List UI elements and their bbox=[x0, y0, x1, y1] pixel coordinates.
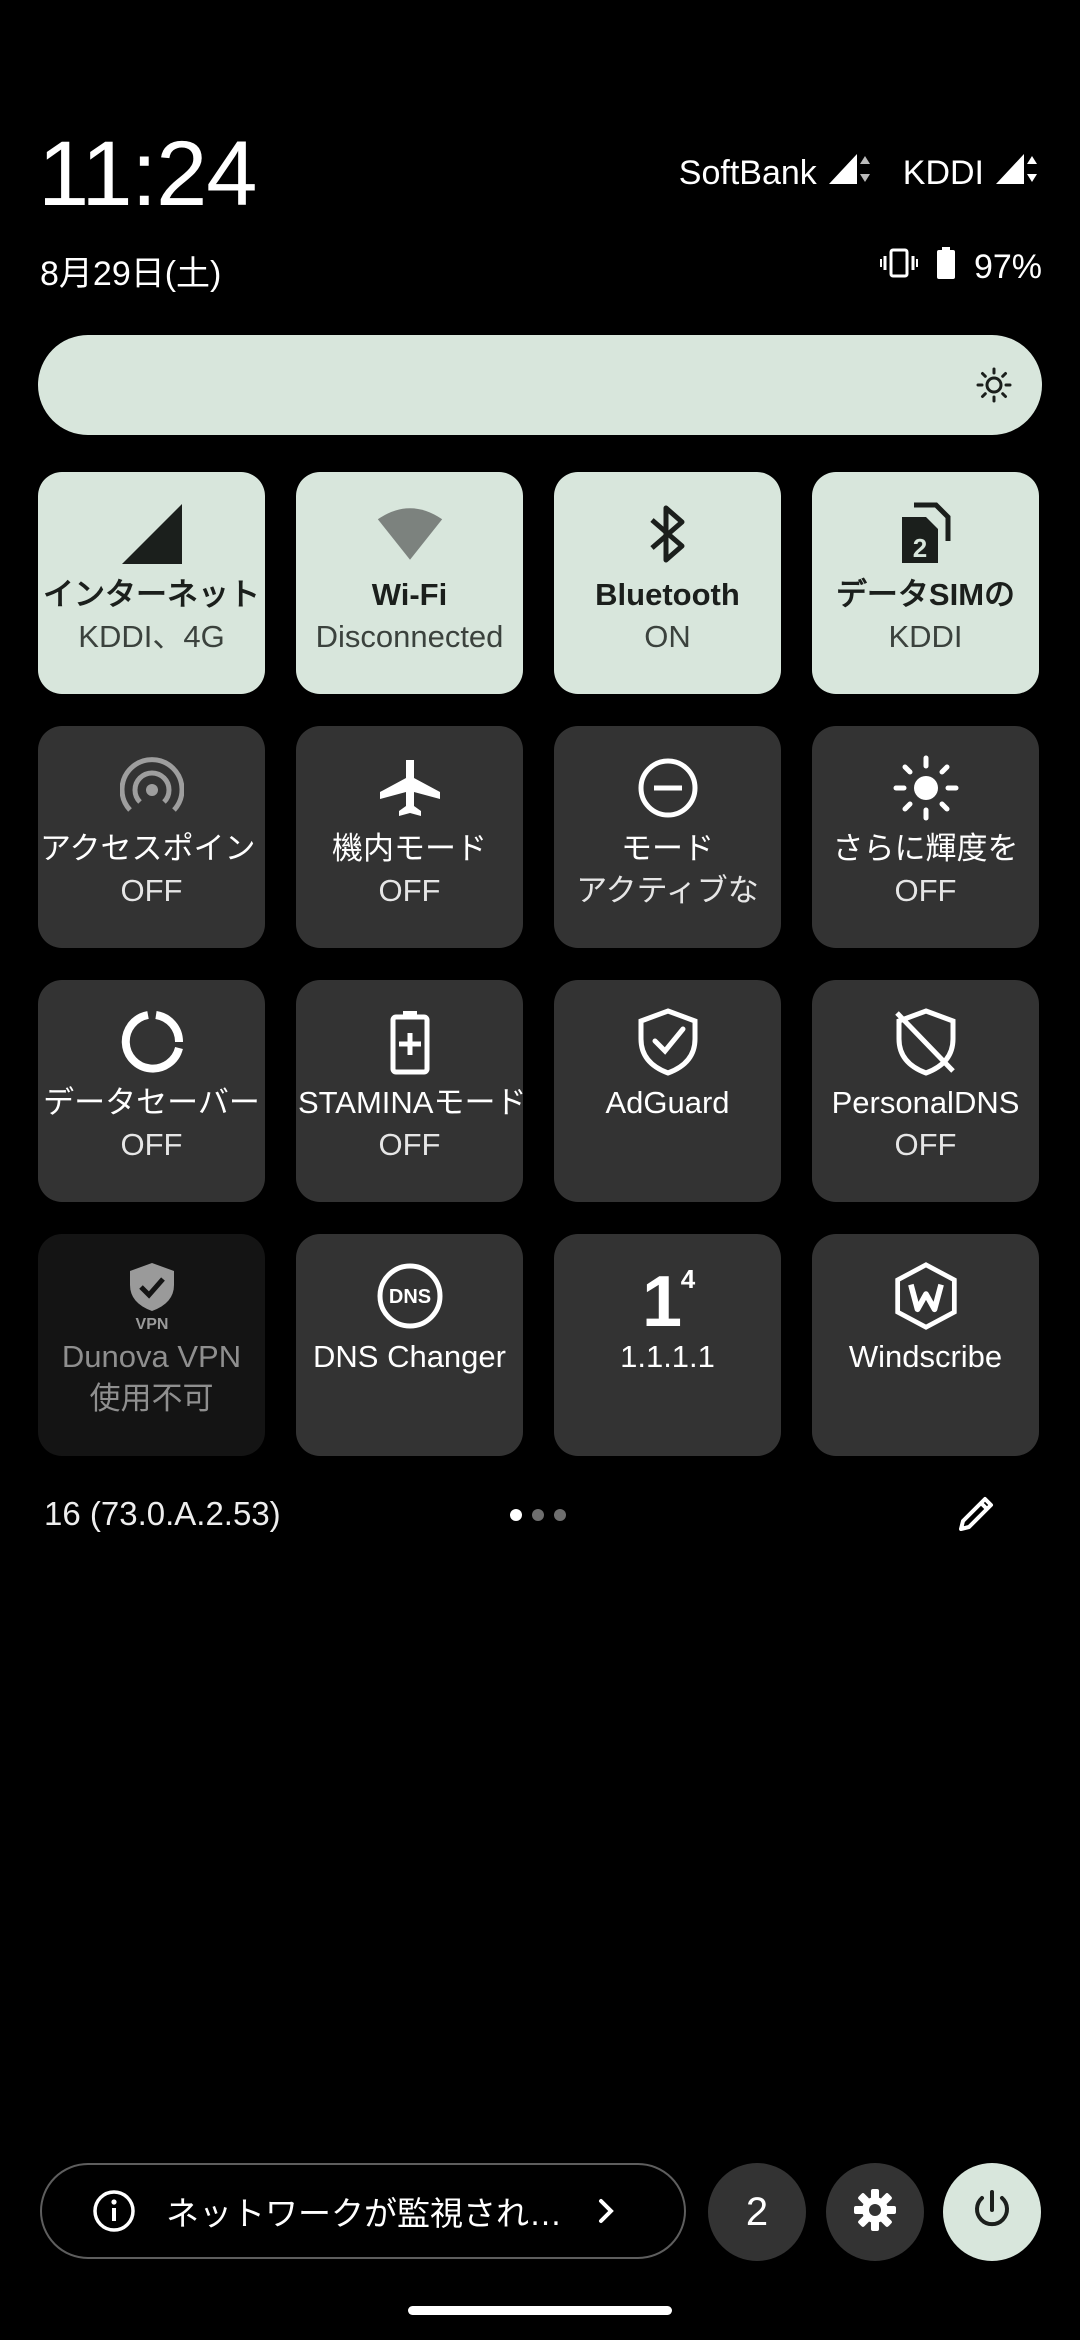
tile-internet[interactable]: インターネット KDDI、4G bbox=[38, 472, 265, 694]
tile-status: アクティブな bbox=[576, 873, 759, 908]
tile-extra-brightness[interactable]: さらに輝度を OFF bbox=[812, 726, 1039, 948]
tile-label: 機内モード bbox=[332, 831, 487, 866]
tile-label: PersonalDNS bbox=[831, 1085, 1020, 1120]
carrier-status: SoftBank KDDI bbox=[679, 152, 1042, 195]
power-button[interactable] bbox=[943, 2163, 1041, 2261]
tile-status: OFF bbox=[120, 873, 183, 908]
tile-status: OFF bbox=[894, 873, 957, 908]
do-not-disturb-icon bbox=[634, 754, 702, 822]
carrier-kddi: KDDI bbox=[903, 152, 1042, 195]
page-indicator bbox=[510, 1509, 566, 1521]
svg-text:2: 2 bbox=[912, 533, 926, 563]
bluetooth-icon bbox=[634, 500, 702, 568]
edit-pencil-icon[interactable] bbox=[955, 1493, 997, 1535]
tile-adguard[interactable]: AdGuard bbox=[554, 980, 781, 1202]
tile-status: KDDI bbox=[888, 619, 963, 654]
data-saver-icon bbox=[118, 1008, 186, 1076]
date[interactable]: 8月29日(土) bbox=[40, 246, 221, 295]
signal-icon bbox=[994, 152, 1042, 195]
tile-label: アクセスポイント bbox=[40, 831, 265, 866]
tile-hotspot[interactable]: アクセスポイント OFF bbox=[38, 726, 265, 948]
build-number[interactable]: 16 (73.0.A.2.53) bbox=[44, 1495, 281, 1533]
vibrate-icon bbox=[879, 246, 918, 289]
carrier-name: KDDI bbox=[902, 154, 984, 192]
tile-bluetooth[interactable]: Bluetooth ON bbox=[554, 472, 781, 694]
personaldns-shield-icon bbox=[892, 1008, 960, 1076]
svg-text:4: 4 bbox=[680, 1264, 695, 1294]
tile-label: Wi-Fi bbox=[371, 577, 448, 612]
info-icon bbox=[92, 2189, 136, 2233]
home-gesture-bar[interactable] bbox=[408, 2306, 672, 2315]
tile-status: OFF bbox=[378, 873, 441, 908]
tile-label: データセーバー bbox=[43, 1085, 260, 1120]
network-monitoring-notice[interactable]: ネットワークが監視され… bbox=[40, 2163, 686, 2259]
dns-icon: DNS bbox=[376, 1262, 444, 1330]
notification-count-button[interactable]: 2 bbox=[708, 2163, 806, 2261]
cell-signal-icon bbox=[118, 500, 186, 568]
tile-label: データSIMの bbox=[835, 577, 1016, 612]
carrier-softbank: SoftBank bbox=[679, 152, 875, 195]
wifi-icon bbox=[376, 500, 444, 568]
brightness-slider[interactable] bbox=[38, 335, 1042, 435]
windscribe-icon bbox=[892, 1262, 960, 1330]
svg-text:VPN: VPN bbox=[135, 1316, 168, 1331]
battery-percent: 97% bbox=[973, 248, 1042, 286]
extra-brightness-icon bbox=[892, 754, 960, 822]
tile-airplane-mode[interactable]: 機内モード OFF bbox=[296, 726, 523, 948]
page-dot bbox=[510, 1509, 522, 1521]
tile-label: モード bbox=[621, 831, 714, 866]
tile-wifi[interactable]: Wi-Fi Disconnected bbox=[296, 472, 523, 694]
chevron-right-icon bbox=[592, 2197, 620, 2225]
tile-dns-changer[interactable]: DNS DNS Changer bbox=[296, 1234, 523, 1456]
carrier-name: SoftBank bbox=[678, 154, 817, 192]
airplane-icon bbox=[376, 754, 444, 822]
one-one-one-one-icon: 1 4 bbox=[634, 1262, 702, 1332]
clock[interactable]: 11:24 bbox=[38, 128, 257, 220]
tile-status: OFF bbox=[378, 1127, 441, 1162]
tile-label: 1.1.1.1 bbox=[620, 1339, 715, 1374]
tile-status: OFF bbox=[894, 1127, 957, 1162]
tile-label: インターネット bbox=[43, 577, 260, 612]
system-status: 97% bbox=[879, 246, 1042, 289]
tile-status: 使用不可 bbox=[89, 1381, 214, 1416]
page-dot bbox=[532, 1509, 544, 1521]
quick-settings-grid: インターネット KDDI、4G Wi-Fi Disconnected Bluet… bbox=[38, 472, 1042, 1456]
battery-icon bbox=[936, 246, 956, 289]
tile-1111[interactable]: 1 4 1.1.1.1 bbox=[554, 1234, 781, 1456]
power-icon bbox=[970, 2188, 1014, 2236]
tile-do-not-disturb[interactable]: モード アクティブな bbox=[554, 726, 781, 948]
tile-label: Windscribe bbox=[848, 1339, 1003, 1374]
hotspot-icon bbox=[118, 754, 186, 822]
tile-status: OFF bbox=[120, 1127, 183, 1162]
tile-data-sim[interactable]: 2 データSIMの KDDI bbox=[812, 472, 1039, 694]
brightness-auto-icon bbox=[976, 367, 1012, 403]
vpn-shield-icon: VPN bbox=[118, 1262, 186, 1331]
tile-status: KDDI、4G bbox=[78, 619, 225, 654]
tile-label: さらに輝度を bbox=[832, 831, 1019, 866]
tile-label: Bluetooth bbox=[595, 577, 740, 612]
tile-status: Disconnected bbox=[315, 619, 504, 654]
network-notice-text: ネットワークが監視され… bbox=[166, 2195, 562, 2232]
sim-2-icon: 2 bbox=[892, 500, 960, 568]
settings-button[interactable] bbox=[826, 2163, 924, 2261]
signal-icon bbox=[827, 152, 875, 195]
tile-label: AdGuard bbox=[605, 1085, 730, 1120]
tile-stamina-mode[interactable]: STAMINAモード OFF bbox=[296, 980, 523, 1202]
stamina-battery-icon bbox=[376, 1008, 444, 1076]
svg-text:1: 1 bbox=[641, 1262, 681, 1332]
tile-dunova-vpn[interactable]: VPN Dunova VPN 使用不可 bbox=[38, 1234, 265, 1456]
tile-label: DNS Changer bbox=[313, 1339, 506, 1374]
tile-label: STAMINAモード bbox=[298, 1085, 523, 1120]
tile-data-saver[interactable]: データセーバー OFF bbox=[38, 980, 265, 1202]
tile-windscribe[interactable]: Windscribe bbox=[812, 1234, 1039, 1456]
adguard-shield-icon bbox=[634, 1008, 702, 1076]
tile-status: ON bbox=[644, 619, 691, 654]
page-dot bbox=[554, 1509, 566, 1521]
tile-personaldns[interactable]: PersonalDNS OFF bbox=[812, 980, 1039, 1202]
tile-label: Dunova VPN bbox=[61, 1339, 242, 1374]
svg-text:DNS: DNS bbox=[388, 1286, 430, 1308]
gear-icon bbox=[852, 2187, 898, 2237]
